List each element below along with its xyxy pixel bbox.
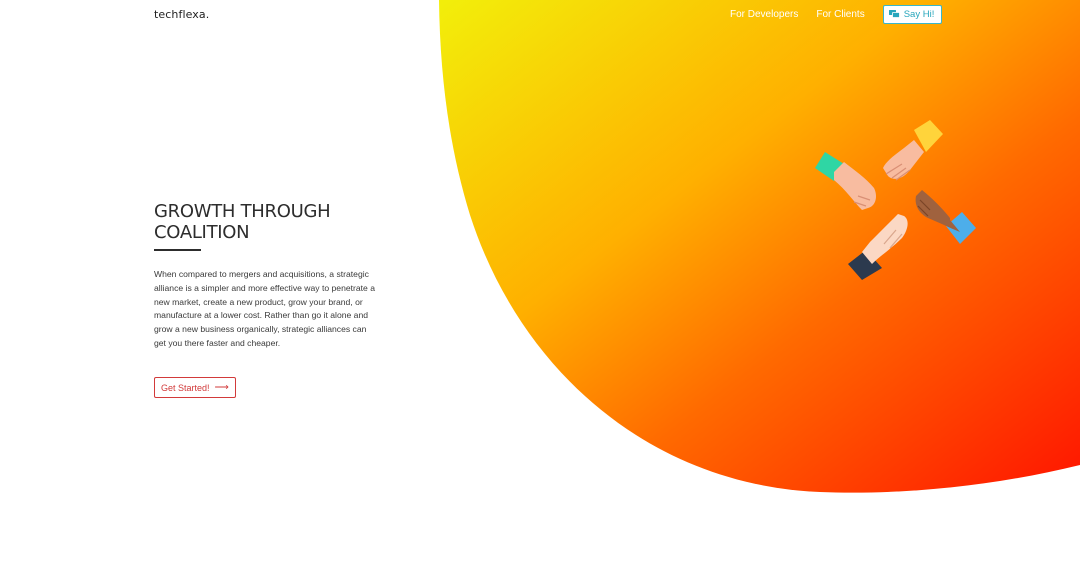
- arrow-right-icon: ⟶: [214, 382, 229, 393]
- hand-teal-sleeve-icon: [815, 152, 876, 210]
- hero-title: GROWTH THROUGH COALITION: [154, 201, 331, 243]
- chat-icon: [888, 10, 900, 18]
- logo[interactable]: techflexa.: [154, 8, 209, 21]
- say-hi-label: Say Hi!: [903, 9, 935, 20]
- hand-yellow-sleeve-icon: [883, 120, 943, 181]
- nav-for-developers[interactable]: For Developers: [730, 9, 798, 20]
- title-underline: [154, 249, 201, 251]
- hero-description: When compared to mergers and acquisition…: [154, 269, 376, 348]
- hand-blue-sleeve-icon: [915, 190, 976, 244]
- top-nav: For Developers For Clients Say Hi!: [730, 5, 943, 24]
- hand-navy-sleeve-icon: [848, 214, 908, 280]
- get-started-button[interactable]: Get Started! ⟶: [154, 377, 236, 398]
- nav-for-clients[interactable]: For Clients: [816, 9, 864, 20]
- get-started-label: Get Started!: [161, 382, 210, 393]
- say-hi-button[interactable]: Say Hi!: [882, 5, 943, 24]
- four-hands-icon: [815, 120, 976, 280]
- page: techflexa. For Developers For Clients Sa…: [0, 0, 1080, 565]
